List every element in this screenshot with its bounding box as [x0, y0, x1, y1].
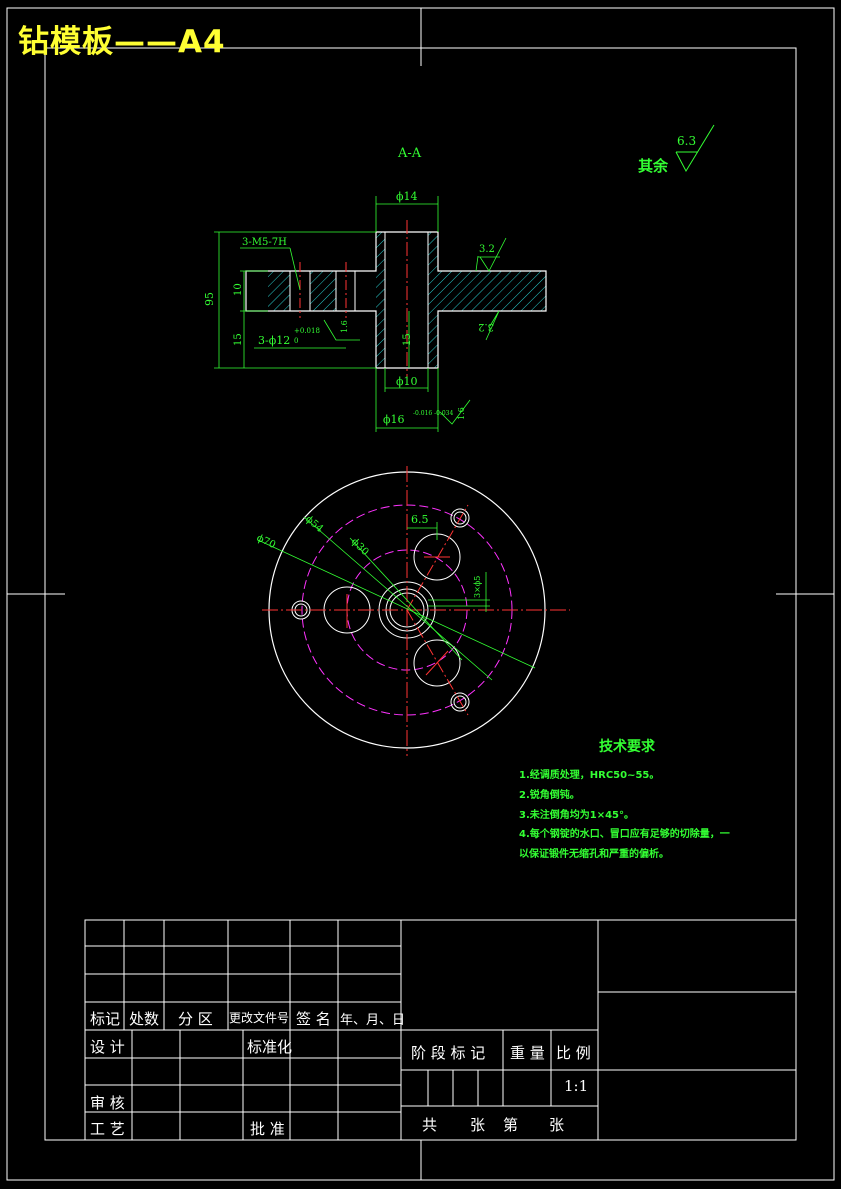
title-block: [84, 919, 797, 1141]
dim-h10: 10: [233, 283, 244, 296]
roughness-rest-label: 其余: [638, 157, 669, 175]
hatch-flange-right: [438, 271, 546, 311]
dim-r32a: 3.2: [479, 244, 495, 255]
drawing-sheet: A-A ϕ14 95 10 15 15 3-M5-7H 3-ϕ12 +0.018…: [6, 7, 835, 1181]
hole-center-mark: [425, 650, 449, 676]
dim-r16a: 1.6: [340, 320, 349, 333]
tb-process: 工 艺: [90, 1120, 125, 1138]
tb-sheet: 张: [549, 1116, 565, 1134]
dim-d14: ϕ14: [396, 190, 418, 203]
dim-d12: 3-ϕ12: [258, 334, 290, 347]
tb-sign: 签 名: [296, 1010, 331, 1028]
tb-review: 审 核: [90, 1094, 125, 1112]
dim-d12-sub: 0: [294, 337, 298, 345]
tb-nth: 第: [503, 1116, 519, 1134]
hatch-flange-mid: [310, 271, 336, 311]
tech-line-4: 4.每个钢锭的水口、冒口应有足够的切除量，一: [519, 829, 730, 840]
dim-d16: ϕ16: [383, 413, 405, 426]
drawing-title: 钻模板——A4: [18, 24, 226, 60]
top-view: ϕ70 ϕ54 ϕ30 6.5 3×ϕ5: [255, 466, 570, 756]
tb-change-doc: 更改文件号: [229, 1011, 290, 1025]
dim-r16b: 1.6: [457, 407, 466, 420]
roughness-leader: [475, 255, 479, 272]
tb-stage: 阶 段 标 记: [411, 1044, 486, 1062]
dim-w65: 6.5: [411, 513, 429, 526]
tb-design: 设 计: [90, 1038, 125, 1056]
hatch-boss-right: [428, 232, 438, 368]
hatch-boss-left: [376, 232, 385, 368]
tb-standard: 标准化: [247, 1038, 293, 1056]
dim-d70: ϕ70: [255, 533, 277, 551]
dim-d30: ϕ30: [349, 536, 371, 558]
tb-total: 共: [422, 1116, 438, 1134]
tech-line-3: 3.未注倒角均为1×45°。: [519, 810, 635, 821]
tb-weight: 重 量: [510, 1044, 545, 1062]
tb-scale-value: 1:1: [564, 1077, 589, 1095]
section-view: A-A ϕ14 95 10 15 15 3-M5-7H 3-ϕ12 +0.018…: [203, 146, 547, 432]
tech-line-5: 以保证锻件无缩孔和严重的偏析。: [519, 849, 669, 860]
dim-m5: 3-M5-7H: [242, 237, 287, 248]
dim-d54: ϕ54: [303, 514, 325, 535]
tech-line-2: 2.锐角倒钝。: [519, 790, 580, 801]
roughness-rest-value: 6.3: [677, 134, 696, 148]
hatch-flange-left: [268, 271, 290, 311]
tb-mark: 标记: [90, 1010, 121, 1028]
tb-sheets: 张: [470, 1116, 486, 1134]
tb-date: 年、月、日: [340, 1013, 406, 1028]
roughness-rest: 其余 6.3: [638, 124, 715, 175]
dim-d12-exp: +0.018: [294, 327, 320, 335]
dim-t1: 3×ϕ5: [473, 576, 482, 598]
dim-d10: ϕ10: [396, 375, 418, 388]
section-label: A-A: [397, 146, 422, 161]
dim-h15b: 15: [402, 333, 413, 346]
dim-r32b: 3.2: [478, 321, 494, 332]
roughness-symbol: [675, 124, 715, 173]
dim-h95: 95: [203, 292, 216, 306]
dim-d16-tol: -0.016 -0.034: [413, 410, 453, 417]
tb-zone: 分 区: [178, 1010, 213, 1028]
tech-line-1: 1.经调质处理，HRC50~55。: [519, 770, 660, 781]
leader-m5: [289, 247, 301, 291]
tb-approve: 批 准: [250, 1120, 285, 1138]
tb-count: 处数: [129, 1010, 160, 1028]
tb-scale: 比 例: [556, 1044, 591, 1062]
tech-title: 技术要求: [599, 739, 655, 755]
dim-line-d54: [303, 516, 493, 681]
dim-h15a: 15: [233, 333, 244, 346]
